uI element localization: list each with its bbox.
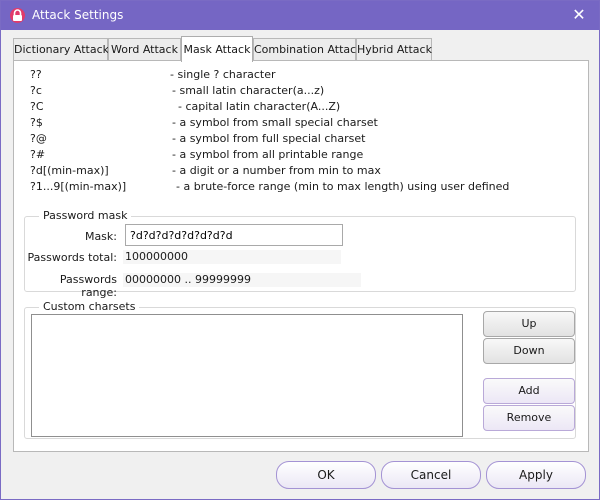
passwords-total-label: Passwords total:: [27, 251, 117, 264]
tab-hybrid-attack[interactable]: Hybrid Attack: [356, 38, 432, 61]
close-icon: ✕: [572, 5, 586, 24]
apply-button-label: Apply: [519, 468, 553, 482]
close-button[interactable]: ✕: [569, 5, 589, 25]
cancel-button-label: Cancel: [410, 468, 452, 482]
mask-description: - a symbol from full special charset: [172, 132, 366, 145]
passwords-total-value: 100000000: [123, 250, 341, 264]
mask-description: - a symbol from small special charset: [172, 116, 378, 129]
down-button[interactable]: Down: [483, 338, 575, 364]
add-button[interactable]: Add: [483, 378, 575, 404]
cancel-button[interactable]: Cancel: [381, 461, 481, 489]
attack-settings-window: Attack Settings ✕ Dictionary Attack Word…: [0, 0, 600, 500]
mask-input[interactable]: [125, 224, 343, 246]
password-mask-group: Password mask Mask: Passwords total: 100…: [24, 209, 576, 299]
mask-description: - a brute-force range (min to max length…: [176, 180, 510, 193]
ok-button-label: OK: [317, 468, 335, 482]
mask-symbol: ?#: [30, 148, 46, 161]
mask-symbol: ?c: [30, 84, 42, 97]
tab-dictionary-attack[interactable]: Dictionary Attack: [13, 38, 109, 61]
mask-symbol: ?$: [30, 116, 43, 129]
app-icon: [10, 8, 25, 23]
mask-description: - capital latin character(A...Z): [178, 100, 341, 113]
mask-label: Mask:: [84, 230, 117, 243]
up-button[interactable]: Up: [483, 311, 575, 337]
mask-description: - single ? character: [170, 68, 276, 81]
title-bar: Attack Settings ✕: [1, 1, 599, 30]
ok-button[interactable]: OK: [276, 461, 376, 489]
custom-charsets-legend: Custom charsets: [39, 300, 140, 313]
passwords-range-label: Passwords range:: [59, 273, 117, 299]
mask-description: - a symbol from all printable range: [172, 148, 364, 161]
tab-word-attack[interactable]: Word Attack: [108, 38, 181, 61]
password-mask-legend: Password mask: [39, 209, 132, 222]
mask-description: - small latin character(a...z): [172, 84, 325, 97]
add-button-label: Add: [518, 384, 540, 397]
down-button-label: Down: [513, 344, 545, 357]
tab-combination-attack[interactable]: Combination Attack: [253, 38, 363, 61]
apply-button[interactable]: Apply: [486, 461, 586, 489]
mask-symbol: ??: [30, 68, 42, 81]
mask-attack-panel: ?? - single ? character ?c - small latin…: [13, 60, 589, 452]
tab-mask-attack[interactable]: Mask Attack: [181, 36, 253, 62]
up-button-label: Up: [521, 317, 537, 330]
mask-symbol: ?@: [30, 132, 47, 145]
remove-button[interactable]: Remove: [483, 405, 575, 431]
mask-description: - a digit or a number from min to max: [172, 164, 381, 177]
custom-charsets-list[interactable]: [31, 314, 463, 437]
custom-charsets-group: Custom charsets Up Down Add Remove: [24, 300, 576, 439]
remove-button-label: Remove: [506, 411, 552, 424]
mask-symbol: ?C: [30, 100, 44, 113]
mask-symbol: ?d[(min-max)]: [30, 164, 109, 177]
passwords-range-value: 00000000 .. 99999999: [123, 273, 361, 287]
mask-symbol: ?1...9[(min-max)]: [30, 180, 127, 193]
window-title: Attack Settings: [32, 8, 124, 22]
